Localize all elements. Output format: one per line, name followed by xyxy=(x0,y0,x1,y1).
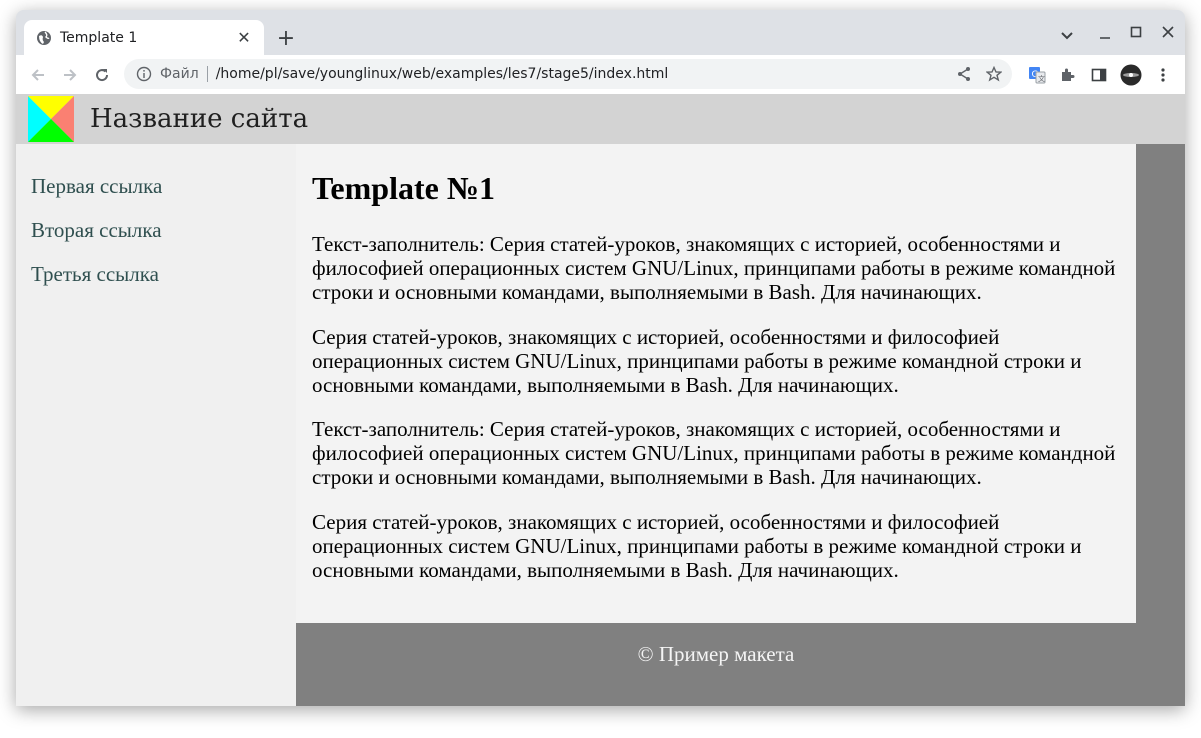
puzzle-icon[interactable] xyxy=(1055,63,1079,87)
star-icon[interactable] xyxy=(982,62,1006,86)
page-heading: Template №1 xyxy=(312,170,495,206)
sidebar-link-third[interactable]: Третья ссылка xyxy=(31,262,159,287)
plus-icon[interactable]: + xyxy=(274,26,298,51)
paragraph-3: Текст-заполнитель: Серия статей-уроков, … xyxy=(312,417,1116,489)
url-scheme-label: Файл xyxy=(160,66,199,82)
chevron-down-icon[interactable] xyxy=(1055,24,1079,48)
forward-arrow-icon[interactable] xyxy=(58,63,82,87)
tab-title: Template 1 xyxy=(60,29,138,46)
footer-text: © Пример макета xyxy=(637,642,795,666)
main-content: Template №1 Текст-заполнитель: Серия ста… xyxy=(296,144,1136,623)
kebab-menu-icon[interactable] xyxy=(1151,63,1175,87)
sidebar-link-second[interactable]: Вторая ссылка xyxy=(31,218,162,243)
avatar[interactable] xyxy=(1119,63,1143,87)
paragraph-4: Серия статей-уроков, знакомящих с истори… xyxy=(312,510,1082,582)
translate-icon[interactable]: G文 xyxy=(1025,63,1049,87)
window-close-icon[interactable] xyxy=(1156,20,1180,44)
browser-toolbar: Файл /home/pl/save/younglinux/web/exampl… xyxy=(16,55,1185,95)
address-bar[interactable]: Файл /home/pl/save/younglinux/web/exampl… xyxy=(124,59,1012,89)
paragraph-2: Серия статей-уроков, знакомящих с истори… xyxy=(312,325,1082,397)
site-logo xyxy=(28,96,74,142)
tab-strip: Template 1 ✕ + xyxy=(16,10,1185,55)
sidebar: Первая ссылка Вторая ссылка Третья ссылк… xyxy=(16,144,296,706)
info-icon[interactable] xyxy=(136,66,152,82)
share-icon[interactable] xyxy=(952,62,976,86)
minimize-icon[interactable] xyxy=(1093,24,1117,48)
globe-icon xyxy=(37,30,51,45)
sidepanel-icon[interactable] xyxy=(1087,63,1111,87)
site-footer: © Пример макета xyxy=(296,623,1136,706)
maximize-icon[interactable] xyxy=(1124,20,1148,44)
back-arrow-icon[interactable] xyxy=(26,63,50,87)
site-title: Название сайта xyxy=(90,104,309,134)
sidebar-link-first[interactable]: Первая ссылка xyxy=(31,174,162,199)
web-page: Название сайта Первая ссылка Вторая ссыл… xyxy=(16,94,1185,706)
close-icon[interactable]: ✕ xyxy=(236,28,252,47)
browser-window: Template 1 ✕ + Файл /home/pl/save/youngl… xyxy=(16,10,1185,706)
tab-template-1[interactable]: Template 1 ✕ xyxy=(24,20,264,55)
svg-text:文: 文 xyxy=(1038,74,1045,83)
reload-icon[interactable] xyxy=(90,63,114,87)
url-text[interactable]: /home/pl/save/younglinux/web/examples/le… xyxy=(216,66,952,82)
site-header: Название сайта xyxy=(16,94,1185,144)
paragraph-1: Текст-заполнитель: Серия статей-уроков, … xyxy=(312,232,1116,304)
omnibox-divider xyxy=(206,66,208,82)
